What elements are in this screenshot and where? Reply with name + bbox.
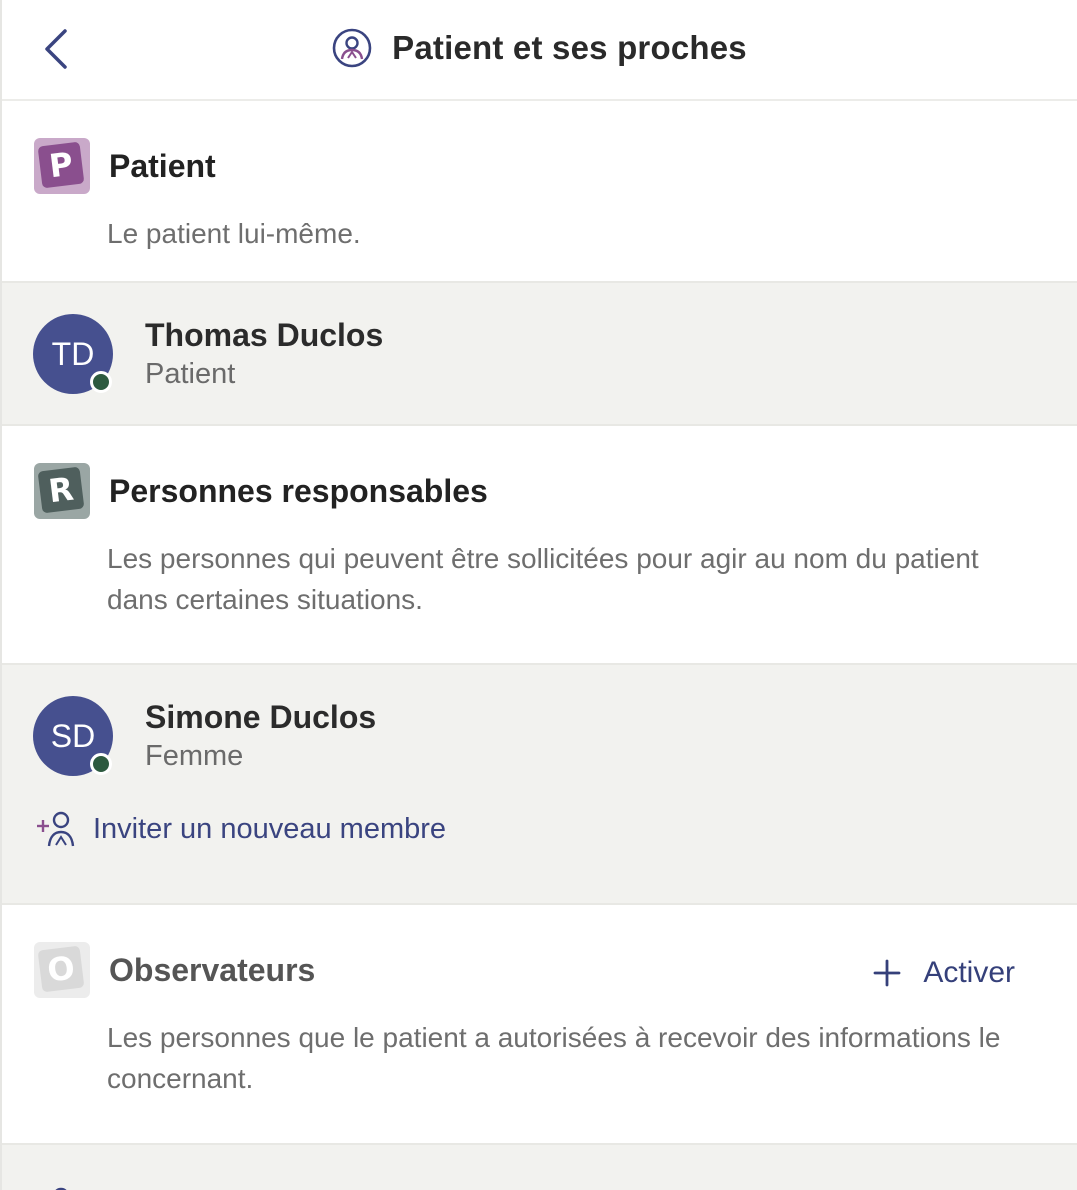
activate-button[interactable]: Activer [873,956,1015,990]
responsables-members-panel: SD Simone Duclos Femme Inviter un nouvea… [2,663,1077,905]
patient-badge-icon: P [34,138,90,194]
section-title: Observateurs [109,951,316,988]
section-description: Les personnes que le patient a autorisée… [107,1022,1001,1094]
observateurs-members-panel: Inviter un nouveau membre [2,1143,1077,1190]
section-title: Patient [109,147,216,184]
avatar: TD [33,314,113,394]
avatar: SD [33,696,113,776]
member-name: Simone Duclos [145,699,377,735]
online-status-dot [90,371,112,393]
page-title: Patient et ses proches [392,28,747,66]
plus-icon [873,959,901,987]
patient-members-panel: TD Thomas Duclos Patient [2,281,1077,426]
header: Patient et ses proches [2,0,1077,101]
responsables-badge-icon: R [34,463,90,519]
invite-member-label: Inviter un nouveau membre [93,812,447,845]
person-circle-icon [332,28,372,67]
section-responsables: R Personnes responsables Les personnes q… [2,426,1077,663]
invite-member-button[interactable]: Inviter un nouveau membre [2,799,1077,859]
activate-label: Activer [923,956,1015,989]
member-name: Thomas Duclos [145,317,384,353]
section-title: Personnes responsables [109,472,488,509]
add-person-icon [55,1187,67,1190]
invite-member-button-observateurs[interactable]: Inviter un nouveau membre [2,1175,1077,1190]
header-title-group: Patient et ses proches [332,28,747,68]
section-patient-head: P Patient [34,137,1047,195]
add-person-icon [37,811,75,847]
section-patient: P Patient Le patient lui-même. [2,101,1077,281]
page: Patient et ses proches P Patient Le pati… [0,0,1077,1190]
section-responsables-head: R Personnes responsables [34,462,1047,520]
section-description: Les personnes qui peuvent être sollicité… [107,543,979,615]
section-observateurs-head: O Observateurs Activer [34,941,1047,999]
chevron-left-icon [45,29,67,69]
back-button[interactable] [36,26,76,72]
member-simone-duclos[interactable]: SD Simone Duclos Femme [2,665,1077,807]
section-observateurs: O Observateurs Activer Les personnes que… [2,905,1077,1143]
member-role: Femme [145,740,244,772]
member-role: Patient [145,358,236,390]
section-description: Le patient lui-même. [107,218,361,249]
observateurs-badge-icon: O [34,942,90,998]
member-thomas-duclos[interactable]: TD Thomas Duclos Patient [2,283,1077,425]
online-status-dot [90,753,112,775]
